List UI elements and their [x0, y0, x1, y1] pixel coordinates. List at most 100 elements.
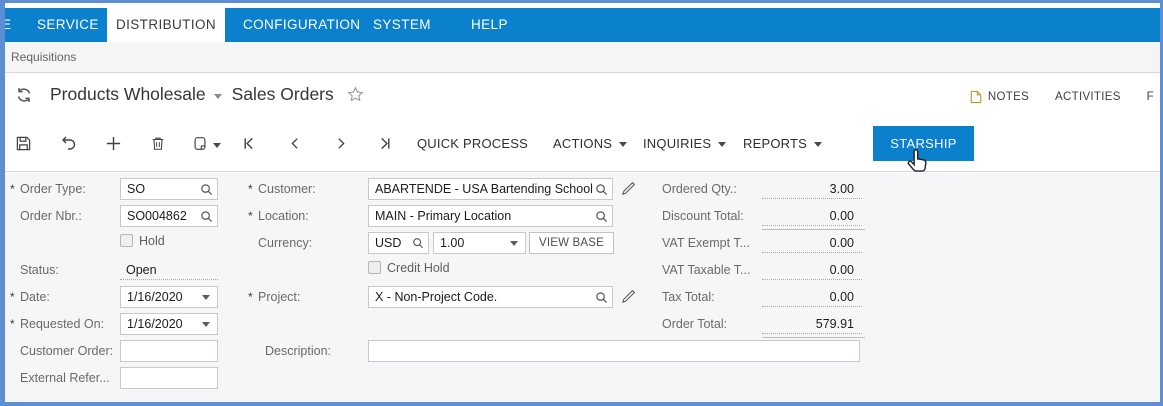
currency-code-input[interactable]: USD — [368, 232, 429, 254]
inquiries-menu-button[interactable]: INQUIRIES — [643, 136, 727, 151]
required-marker: * — [248, 182, 253, 196]
ordered-qty-value: 3.00 — [762, 179, 862, 199]
chevron-down-icon — [619, 142, 628, 147]
search-icon[interactable] — [595, 291, 608, 304]
next-record-icon[interactable] — [331, 133, 351, 153]
required-marker: * — [248, 209, 253, 223]
date-input[interactable]: 1/16/2020 — [120, 286, 218, 308]
required-marker: * — [10, 182, 15, 196]
external-ref-label: External Refer... — [20, 371, 110, 385]
tax-total-value: 0.00 — [762, 287, 862, 307]
location-label: * Location: — [248, 209, 309, 223]
discount-total-label: Discount Total: — [662, 209, 744, 223]
edit-project-pencil-icon[interactable] — [621, 289, 637, 305]
discount-total-value: 0.00 — [762, 206, 862, 226]
vat-taxable-label: VAT Taxable T... — [662, 263, 751, 277]
module-title[interactable]: Products Wholesale — [50, 84, 206, 105]
nav-item-partial[interactable]: E — [5, 8, 11, 42]
favorite-star-icon[interactable] — [347, 86, 364, 103]
tax-total-label: Tax Total: — [662, 290, 715, 304]
ordered-qty-label: Ordered Qty.: — [662, 182, 737, 196]
clipboard-dropdown-caret-icon[interactable] — [213, 143, 221, 148]
edit-customer-pencil-icon[interactable] — [621, 181, 637, 197]
search-icon[interactable] — [412, 237, 424, 249]
project-input[interactable]: X - Non-Project Code. — [368, 286, 613, 308]
date-label: * Date: — [10, 290, 50, 304]
credit-hold-checkbox-label: Credit Hold — [387, 261, 450, 275]
add-icon[interactable] — [103, 133, 123, 153]
customer-order-input[interactable] — [120, 340, 218, 362]
totals-separator-line — [762, 337, 865, 338]
title-row: Products Wholesale Sales Orders NOTES AC… — [5, 73, 1160, 119]
reports-menu-button[interactable]: REPORTS — [743, 136, 823, 151]
clipboard-icon[interactable] — [190, 133, 210, 153]
currency-label: Currency: — [258, 236, 313, 250]
description-label: Description: — [265, 344, 331, 358]
hold-checkbox-label: Hold — [139, 234, 165, 248]
currency-rate-select[interactable]: 1.00 — [433, 232, 526, 254]
nav-item-configuration[interactable]: CONFIGURATION — [243, 8, 360, 42]
chevron-down-icon — [814, 142, 823, 147]
search-icon[interactable] — [595, 183, 608, 196]
delete-icon[interactable] — [148, 133, 168, 153]
app-window: E SERVICE DISTRIBUTION CONFIGURATION SYS… — [0, 0, 1163, 406]
location-input[interactable]: MAIN - Primary Location — [368, 205, 613, 227]
top-navbar: E SERVICE DISTRIBUTION CONFIGURATION SYS… — [5, 8, 1160, 42]
calendar-dropdown-caret-icon[interactable] — [202, 294, 210, 300]
description-input[interactable] — [368, 340, 860, 362]
order-nbr-input[interactable]: SO004862 — [120, 205, 218, 227]
breadcrumb[interactable]: Requisitions — [11, 50, 76, 64]
vat-taxable-value: 0.00 — [762, 260, 862, 280]
quick-process-button[interactable]: QUICK PROCESS — [417, 136, 528, 151]
first-record-icon[interactable] — [238, 133, 258, 153]
order-total-value: 579.91 — [762, 314, 862, 334]
nav-item-system[interactable]: SYSTEM — [373, 8, 431, 42]
note-icon — [970, 90, 982, 104]
refresh-icon[interactable] — [14, 85, 34, 105]
order-type-input[interactable]: SO — [120, 178, 218, 200]
vat-exempt-label: VAT Exempt T... — [662, 236, 750, 250]
files-link-partial[interactable]: F — [1147, 91, 1154, 103]
mouse-cursor-hand-icon — [903, 147, 932, 183]
chevron-down-icon — [510, 240, 518, 246]
requested-on-label: * Requested On: — [10, 317, 105, 331]
project-label: * Project: — [248, 290, 301, 304]
totals-separator-line — [762, 229, 865, 230]
status-value: Open — [120, 260, 218, 280]
status-label: Status: — [20, 263, 59, 277]
search-icon[interactable] — [200, 183, 213, 196]
order-type-label: * Order Type: — [10, 182, 86, 196]
order-total-label: Order Total: — [662, 317, 728, 331]
record-toolbar: QUICK PROCESS ACTIONS INQUIRIES REPORTS … — [5, 119, 1160, 172]
vat-exempt-value: 0.00 — [762, 233, 862, 253]
calendar-dropdown-caret-icon[interactable] — [202, 321, 210, 327]
page-title: Sales Orders — [231, 84, 334, 104]
breadcrumb-bar: Requisitions — [5, 42, 1160, 73]
save-icon[interactable] — [13, 133, 33, 153]
chevron-down-icon[interactable] — [213, 93, 222, 99]
search-icon[interactable] — [595, 210, 608, 223]
requested-on-input[interactable]: 1/16/2020 — [120, 313, 218, 335]
actions-menu-button[interactable]: ACTIONS — [553, 136, 628, 151]
required-marker: * — [248, 290, 253, 304]
nav-item-help[interactable]: HELP — [471, 8, 508, 42]
search-icon[interactable] — [200, 210, 213, 223]
nav-item-distribution[interactable]: DISTRIBUTION — [107, 8, 225, 42]
required-marker: * — [10, 317, 15, 331]
customer-label: * Customer: — [248, 182, 316, 196]
view-base-button[interactable]: VIEW BASE — [529, 232, 614, 254]
undo-icon[interactable] — [58, 133, 78, 153]
external-ref-input[interactable] — [120, 367, 218, 389]
order-nbr-label: Order Nbr.: — [20, 209, 82, 223]
customer-input[interactable]: ABARTENDE - USA Bartending School — [368, 178, 613, 200]
credit-hold-checkbox[interactable] — [368, 261, 381, 274]
last-record-icon[interactable] — [375, 133, 395, 153]
previous-record-icon[interactable] — [285, 133, 305, 153]
hold-checkbox[interactable] — [120, 234, 133, 247]
chevron-down-icon — [718, 142, 727, 147]
activities-link[interactable]: ACTIVITIES — [1055, 91, 1121, 103]
nav-item-service[interactable]: SERVICE — [37, 8, 99, 42]
required-marker: * — [10, 290, 15, 304]
notes-link[interactable]: NOTES — [970, 90, 1029, 104]
customer-order-label: Customer Order: — [20, 344, 114, 358]
